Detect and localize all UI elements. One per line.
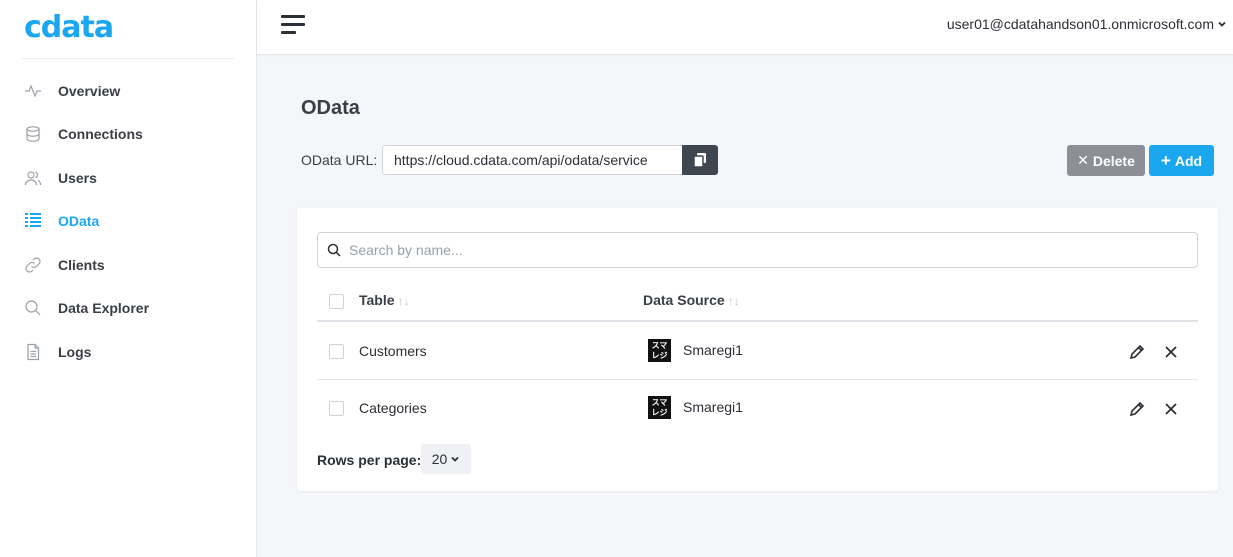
sidebar-item-data-explorer[interactable]: Data Explorer (0, 287, 256, 331)
sidebar-divider (22, 58, 234, 59)
table-name: Categories (359, 400, 427, 416)
sort-icon: ↑↓ (727, 294, 740, 308)
odata-url-field[interactable]: https://cloud.cdata.com/api/odata/servic… (382, 145, 682, 175)
edit-icon[interactable] (1128, 343, 1146, 361)
column-header-table[interactable]: Table ↑↓ (359, 292, 410, 308)
users-icon (24, 169, 42, 187)
close-icon: ✕ (1077, 152, 1089, 168)
chevron-down-icon (451, 456, 459, 462)
search-icon (327, 243, 341, 257)
odata-icon (24, 212, 42, 230)
smaregi-logo: スマ レジ (648, 396, 671, 419)
plus-icon: + (1160, 150, 1171, 170)
sidebar-item-label: OData (58, 213, 100, 230)
link-icon (24, 256, 42, 274)
row-checkbox[interactable] (329, 401, 344, 416)
user-email: user01@cdatahandson01.onmicrosoft.com (946, 16, 1214, 32)
sidebar-item-odata[interactable]: OData (0, 200, 256, 244)
page-title: OData (301, 97, 360, 119)
search-input[interactable] (349, 242, 1169, 258)
copy-url-button[interactable] (682, 145, 718, 175)
copy-icon (694, 153, 706, 167)
sidebar-item-label: Logs (58, 343, 92, 360)
search-icon (24, 299, 42, 317)
rows-per-page-label: Rows per page: (317, 452, 422, 468)
sidebar: cdata Overview Connections Users OData C… (0, 0, 257, 557)
user-menu[interactable]: user01@cdatahandson01.onmicrosoft.com (947, 16, 1227, 32)
data-source-name: Smaregi1 (683, 399, 743, 415)
sidebar-item-connections[interactable]: Connections (0, 113, 256, 157)
select-all-checkbox[interactable] (329, 294, 344, 309)
delete-button[interactable]: ✕ Delete (1067, 145, 1145, 176)
chevron-down-icon (1218, 21, 1226, 27)
data-source-name: Smaregi1 (683, 342, 743, 358)
top-header: user01@cdatahandson01.onmicrosoft.com (257, 0, 1233, 55)
table-name: Customers (359, 343, 427, 359)
database-icon (24, 125, 42, 143)
sidebar-item-label: Users (58, 169, 97, 186)
table-header: Table ↑↓ Data Source ↑↓ (317, 282, 1198, 322)
sidebar-item-users[interactable]: Users (0, 156, 256, 200)
cdata-logo[interactable]: cdata (24, 13, 114, 43)
odata-url-group: https://cloud.cdata.com/api/odata/servic… (382, 145, 718, 175)
sidebar-item-label: Clients (58, 256, 105, 273)
sidebar-item-clients[interactable]: Clients (0, 243, 256, 287)
sidebar-item-label: Connections (58, 126, 143, 143)
search-box (317, 232, 1198, 268)
row-checkbox[interactable] (329, 344, 344, 359)
table-row: Customers スマ レジ Smaregi1 (317, 323, 1198, 380)
odata-url-label: OData URL: (301, 152, 378, 168)
sidebar-item-logs[interactable]: Logs (0, 330, 256, 374)
menu-toggle-icon[interactable] (281, 15, 305, 35)
odata-table-card: Table↑↓ Data Source↑↓ Customers スマレジ Sma… (297, 208, 1218, 491)
sidebar-item-label: Data Explorer (58, 300, 150, 317)
smaregi-logo: スマ レジ (648, 339, 671, 362)
sidebar-item-label: Overview (58, 82, 121, 99)
close-icon[interactable] (1162, 400, 1180, 418)
rows-per-page-select[interactable]: 20 (421, 444, 471, 474)
sort-icon: ↑↓ (397, 294, 410, 308)
activity-icon (24, 82, 42, 100)
close-icon[interactable] (1162, 343, 1180, 361)
edit-icon[interactable] (1128, 400, 1146, 418)
add-button[interactable]: + Add (1149, 145, 1214, 176)
table-row: Categories スマ レジ Smaregi1 (317, 380, 1198, 437)
sidebar-item-overview[interactable]: Overview (0, 69, 256, 113)
document-icon (24, 343, 42, 361)
sidebar-nav: Overview Connections Users OData Clients (0, 69, 256, 374)
column-header-data-source[interactable]: Data Source ↑↓ (643, 292, 740, 308)
